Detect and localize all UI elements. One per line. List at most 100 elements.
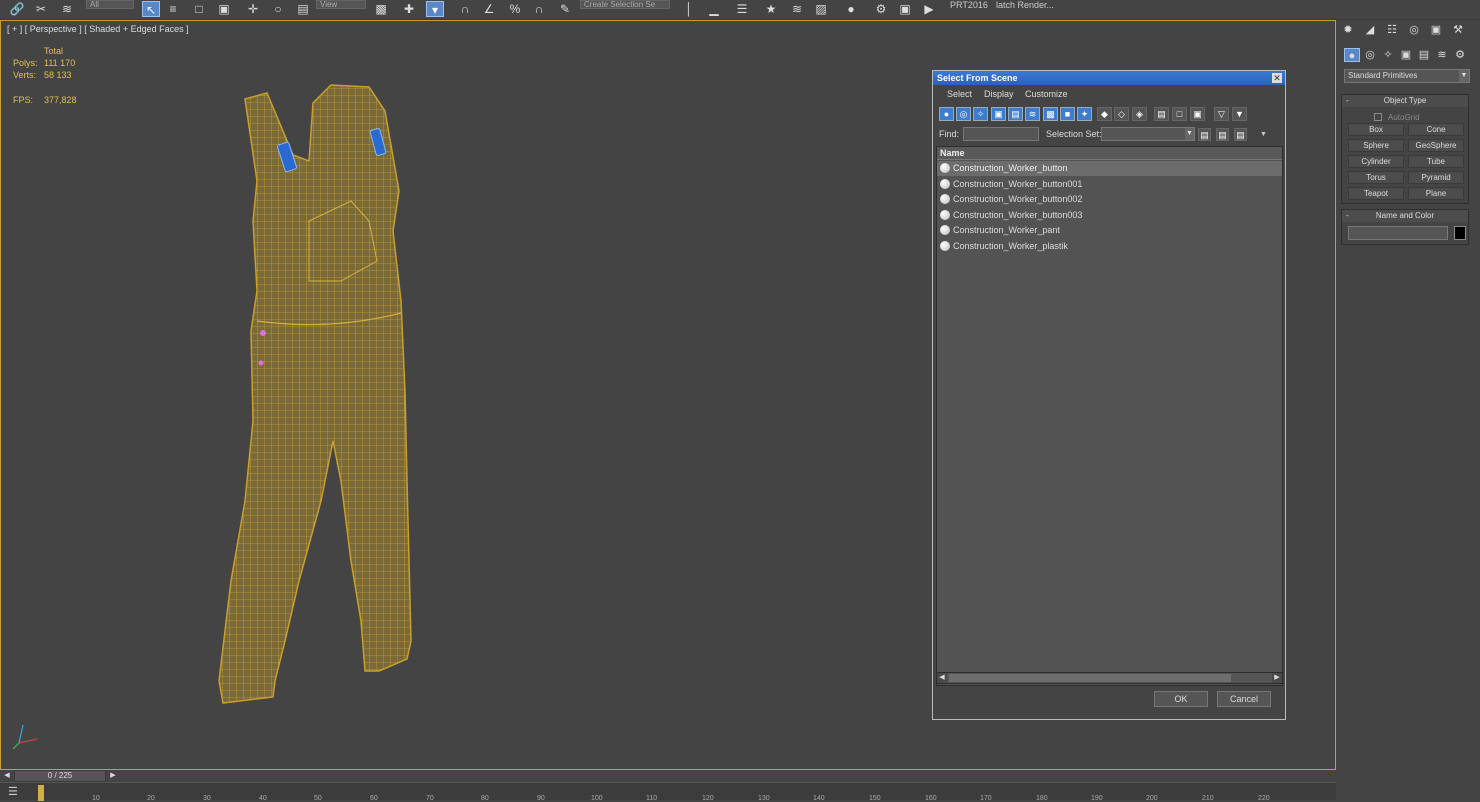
display-hidden-icon[interactable]: ◈ [1132,107,1147,121]
keyboard-shortcut-icon[interactable]: ▾ [426,1,444,17]
display-cameras-icon[interactable]: ▣ [991,107,1006,121]
plane-button[interactable]: Plane [1408,187,1464,200]
filter-options-icon[interactable]: ▼ [1232,107,1247,121]
bind-space-warp-icon[interactable]: ≋ [58,1,76,17]
column-header-name[interactable]: Name [937,147,1282,160]
render-production-icon[interactable]: ▶ [920,1,938,17]
cone-button[interactable]: Cone [1408,123,1464,136]
list-item[interactable]: Construction_Worker_plastik [937,239,1282,254]
material-editor-icon[interactable]: ● [842,1,860,17]
display-panel-icon[interactable]: ▣ [1428,23,1444,37]
edit-named-selection-icon[interactable]: ✎ [556,1,574,17]
scroll-left-icon[interactable]: ◀ [937,673,947,683]
display-geometry-icon[interactable]: ● [939,107,954,121]
scale-icon[interactable]: ▤ [294,1,312,17]
select-by-name-icon[interactable]: ≡ [164,1,182,17]
motion-panel-icon[interactable]: ◎ [1406,23,1422,37]
object-type-rollout-header[interactable]: - Object Type [1342,95,1468,107]
menu-display[interactable]: Display [984,87,1014,101]
list-item[interactable]: Construction_Worker_button002 [937,192,1282,207]
autogrid-checkbox[interactable] [1374,113,1382,121]
angle-snap-icon[interactable]: ∠ [480,1,498,17]
create-selection-set-icon[interactable]: ▤ [1198,128,1211,141]
previous-frame-icon[interactable]: ◀ [2,771,12,781]
scrollbar-thumb[interactable] [949,674,1231,682]
viewport-label[interactable]: [ + ] [ Perspective ] [ Shaded + Edged F… [7,24,189,34]
batch-render-label[interactable]: latch Render... [996,0,1054,10]
collapse-icon[interactable]: - [1346,95,1349,107]
pivot-center-icon[interactable]: ▩ [372,1,390,17]
snaps-toggle-icon[interactable]: ∩ [456,1,474,17]
unlink-icon[interactable]: ✂ [32,1,50,17]
select-object-icon[interactable]: ↖ [142,1,160,17]
percent-snap-icon[interactable]: % [506,1,524,17]
more-options-icon[interactable]: ▼ [1260,131,1267,138]
remove-selection-set-icon[interactable]: ▤ [1234,128,1247,141]
systems-category-icon[interactable]: ⚙ [1452,48,1468,62]
display-invert-icon[interactable]: ▣ [1190,107,1205,121]
display-containers-icon[interactable]: ◆ [1097,107,1112,121]
current-frame-marker[interactable] [38,785,44,801]
object-name-input[interactable] [1348,226,1448,240]
display-xrefs-icon[interactable]: ■ [1060,107,1075,121]
display-shapes-icon[interactable]: ◎ [956,107,971,121]
hierarchy-panel-icon[interactable]: ☷ [1384,23,1400,37]
render-setup-icon[interactable]: ⚙ [872,1,890,17]
object-color-swatch[interactable] [1454,226,1466,240]
align-icon[interactable]: ▁ [705,1,723,17]
spacewarps-category-icon[interactable]: ≋ [1434,48,1450,62]
chevron-down-icon[interactable]: ▼ [1185,128,1194,140]
display-frozen-icon[interactable]: ◇ [1114,107,1129,121]
ok-button[interactable]: OK [1154,691,1208,707]
display-none-icon[interactable]: □ [1172,107,1187,121]
shapes-category-icon[interactable]: ◎ [1362,48,1378,62]
trackbar[interactable]: ☰ 10 20 30 40 50 60 70 80 90 100 110 120… [0,782,1336,802]
tube-button[interactable]: Tube [1408,155,1464,168]
overalls-wireframe-model[interactable] [201,81,461,741]
box-button[interactable]: Box [1348,123,1404,136]
ribbon-icon[interactable]: ★ [762,1,780,17]
collapse-icon[interactable]: - [1346,210,1349,222]
teapot-button[interactable]: Teapot [1348,187,1404,200]
display-spacewarps-icon[interactable]: ≋ [1025,107,1040,121]
rect-selection-icon[interactable]: □ [190,1,208,17]
display-helpers-icon[interactable]: ▤ [1008,107,1023,121]
list-item[interactable]: Construction_Worker_button001 [937,177,1282,192]
rendered-frame-icon[interactable]: ▣ [896,1,914,17]
scroll-right-icon[interactable]: ▶ [1272,673,1282,683]
move-icon[interactable]: ✛ [244,1,262,17]
horizontal-scrollbar[interactable]: ◀ ▶ [936,672,1283,684]
find-input[interactable] [963,127,1039,141]
modify-panel-icon[interactable]: ◢ [1362,23,1378,37]
window-crossing-icon[interactable]: ▣ [215,1,233,17]
schematic-view-icon[interactable]: ▨ [812,1,830,17]
time-slider[interactable]: 0 / 225 [14,770,106,782]
list-item[interactable]: Construction_Worker_button003 [937,208,1282,223]
display-lights-icon[interactable]: ✧ [973,107,988,121]
mirror-icon[interactable]: │ [680,1,698,17]
name-and-color-rollout-header[interactable]: - Name and Color [1342,210,1468,222]
selection-set-dropdown[interactable]: ▼ [1101,127,1195,141]
select-link-icon[interactable]: 🔗 [8,1,26,17]
list-item[interactable]: Construction_Worker_button [937,161,1282,176]
object-category-dropdown[interactable]: Standard Primitives ▼ [1344,69,1470,83]
list-item[interactable]: Construction_Worker_pant [937,223,1282,238]
layer-manager-icon[interactable]: ☰ [733,1,751,17]
close-icon[interactable]: ✕ [1272,73,1282,83]
add-selection-set-icon[interactable]: ▤ [1216,128,1229,141]
geosphere-button[interactable]: GeoSphere [1408,139,1464,152]
prt-label[interactable]: PRT2016 [950,0,988,10]
display-bones-icon[interactable]: ✦ [1077,107,1092,121]
named-selection-dropdown[interactable]: Create Selection Se [580,0,670,9]
display-groups-icon[interactable]: ▩ [1043,107,1058,121]
rotate-icon[interactable]: ○ [269,1,287,17]
lights-category-icon[interactable]: ✧ [1380,48,1396,62]
dialog-title[interactable]: Select From Scene [933,71,1285,85]
spinner-snap-icon[interactable]: ∩ [530,1,548,17]
utilities-panel-icon[interactable]: ⚒ [1450,23,1466,37]
select-manipulate-icon[interactable]: ✚ [400,1,418,17]
menu-select[interactable]: Select [947,87,972,101]
geometry-category-icon[interactable]: ● [1344,48,1360,62]
next-frame-icon[interactable]: ▶ [108,771,118,781]
sphere-button[interactable]: Sphere [1348,139,1404,152]
